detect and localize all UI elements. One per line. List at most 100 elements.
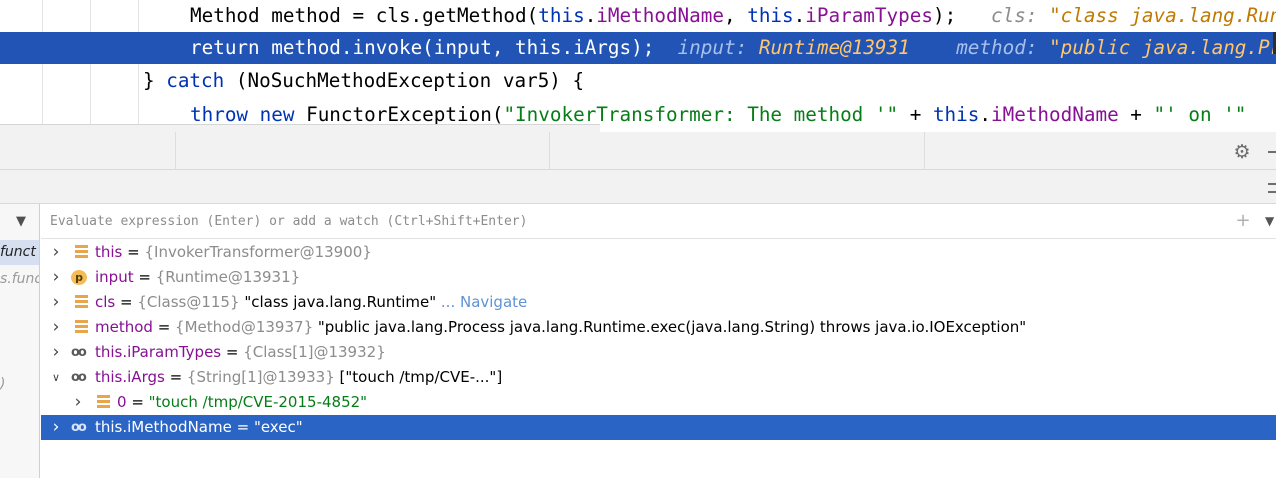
chevron-down-icon[interactable]: ∨ xyxy=(49,365,63,390)
code-token: (NoSuchMethodException var5) { xyxy=(224,69,585,92)
frame-item[interactable]: s.func xyxy=(0,267,40,292)
code-token: . xyxy=(793,4,806,27)
variable-type: {Method@13937} xyxy=(175,318,314,336)
field-icon xyxy=(75,295,88,310)
chevron-right-icon[interactable]: › xyxy=(49,240,63,265)
code-token: } xyxy=(143,69,167,92)
equals-sign: = xyxy=(231,418,254,436)
column-separator xyxy=(549,132,550,170)
code-token: "class java.lang.Runtime" xyxy=(1049,4,1276,27)
variable-text: input = {Runtime@13931} xyxy=(95,265,300,290)
code-token: input: xyxy=(677,36,759,59)
code-editor[interactable]: Method method = cls.getMethod(this.iMeth… xyxy=(0,0,1276,132)
chevron-right-icon[interactable]: › xyxy=(49,290,63,315)
variable-row[interactable]: ∨ oo this.iArgs = {String[1]@13933} ["touc… xyxy=(41,365,1276,390)
navigate-link[interactable]: ... Navigate xyxy=(441,293,527,311)
variables-tree: › this = {InvokerTransformer@13900} › p inp… xyxy=(41,240,1276,478)
evaluate-expression-bar: + ▼ xyxy=(41,204,1276,239)
code-token: "InvokerTransformer: The method '" xyxy=(503,103,899,126)
variable-row[interactable]: › p input = {Runtime@13931} xyxy=(41,265,1276,290)
parameter-icon: p xyxy=(71,270,87,285)
variable-type: {String[1]@13933} xyxy=(186,368,335,386)
watch-icon: oo xyxy=(71,420,87,435)
code-token: FunctorException( xyxy=(294,103,504,126)
chevron-down-icon[interactable]: ▼ xyxy=(1265,214,1274,228)
equals-sign: = xyxy=(122,243,145,261)
variable-row[interactable]: › 0 = "touch /tmp/CVE-2015-4852" xyxy=(41,390,1276,415)
equals-sign: = xyxy=(126,393,149,411)
frame-item-label: funct xyxy=(0,244,36,260)
code-token: . xyxy=(584,4,597,27)
equals-sign: = xyxy=(221,343,244,361)
equals-sign: = xyxy=(152,318,176,336)
code-token: iMethodName xyxy=(991,103,1119,126)
frame-item[interactable]: ) xyxy=(0,372,39,397)
code-token: cls: xyxy=(991,4,1050,27)
variable-text: this = {InvokerTransformer@13900} xyxy=(95,240,372,265)
variable-name: this.iArgs xyxy=(95,368,165,386)
code-line[interactable]: Method method = cls.getMethod(this.iMeth… xyxy=(0,0,1276,32)
variable-text: this.iParamTypes = {Class[1]@13932} xyxy=(95,340,386,365)
code-token: ); xyxy=(932,4,992,27)
code-token: method.invoke(input, xyxy=(259,36,516,59)
variable-row[interactable]: › oo this.iParamTypes = {Class[1]@13932} xyxy=(41,340,1276,365)
variable-type: {InvokerTransformer@13900} xyxy=(144,243,372,261)
code-token: , xyxy=(724,4,748,27)
field-icon xyxy=(75,245,88,260)
watch-icon: oo xyxy=(71,370,87,385)
code-token: iParamTypes xyxy=(805,4,933,27)
frame-item-label: s.func xyxy=(0,271,40,287)
equals-sign: = xyxy=(115,293,138,311)
variable-name: this xyxy=(95,243,123,261)
chevron-down-icon[interactable]: ▼ xyxy=(16,214,26,229)
chevron-right-icon[interactable]: › xyxy=(49,415,63,440)
code-line-current[interactable]: return method.invoke(input, this.iArgs);… xyxy=(0,32,1276,64)
variable-row[interactable]: › cls = {Class@115} "class java.lang.Runt… xyxy=(41,290,1276,315)
chevron-right-icon[interactable]: › xyxy=(49,265,63,290)
code-token: this xyxy=(515,36,562,59)
debug-toolbar-strip xyxy=(0,124,600,132)
variable-text: 0 = "touch /tmp/CVE-2015-4852" xyxy=(117,390,367,415)
code-token: throw new xyxy=(190,103,295,126)
code-line[interactable]: } catch (NoSuchMethodException var5) { xyxy=(0,65,1276,97)
frame-item-label: ) xyxy=(0,376,6,392)
code-token: Runtime@13931 xyxy=(758,36,910,59)
variable-name: cls xyxy=(95,293,116,311)
code-token: + xyxy=(898,103,933,126)
variable-value: "class java.lang.Runtime" xyxy=(244,293,437,311)
variable-value: "public java.lang.Process java.lang.Runt… xyxy=(317,318,1027,336)
variable-row[interactable]: › oo this.iMethodName = "exec" xyxy=(41,415,1276,440)
variable-row[interactable]: › method = {Method@13937} "public java.la… xyxy=(41,315,1276,340)
variable-text: this.iMethodName = "exec" xyxy=(95,415,303,440)
column-separator xyxy=(924,132,925,170)
minimize-icon[interactable] xyxy=(1268,151,1276,153)
code-token: "public java.lang.Process" xyxy=(1049,36,1276,59)
frame-item[interactable]: funct xyxy=(0,240,39,265)
debug-subtoolbar xyxy=(0,170,1276,204)
equals-sign: = xyxy=(164,368,187,386)
code-token: ); xyxy=(631,36,678,59)
gear-icon[interactable]: ⚙ xyxy=(1232,142,1252,162)
chevron-right-icon[interactable]: › xyxy=(49,315,63,340)
code-token: this xyxy=(932,103,980,126)
evaluate-expression-input[interactable] xyxy=(41,204,1221,238)
code-token: iArgs xyxy=(573,36,632,59)
column-separator xyxy=(175,132,176,170)
code-token: return xyxy=(190,36,260,59)
code-token: . xyxy=(561,36,574,59)
variable-type: {Class@115} xyxy=(137,293,240,311)
code-token: catch xyxy=(166,69,225,92)
variable-name: this.iParamTypes xyxy=(95,343,222,361)
variable-row[interactable]: › this = {InvokerTransformer@13900} xyxy=(41,240,1276,265)
add-watch-icon[interactable]: + xyxy=(1234,212,1252,230)
variable-name: input xyxy=(95,268,134,286)
chevron-right-icon[interactable]: › xyxy=(49,340,63,365)
field-icon xyxy=(97,395,110,410)
variable-text: cls = {Class@115} "class java.lang.Runti… xyxy=(95,290,527,315)
code-token: . xyxy=(979,103,991,126)
variable-text: this.iArgs = {String[1]@13933} ["touch /… xyxy=(95,365,502,390)
watch-icon: oo xyxy=(71,345,87,360)
chevron-right-icon[interactable]: › xyxy=(71,390,85,415)
variable-type: {Class[1]@13932} xyxy=(243,343,386,361)
layout-icon[interactable] xyxy=(1268,183,1276,193)
